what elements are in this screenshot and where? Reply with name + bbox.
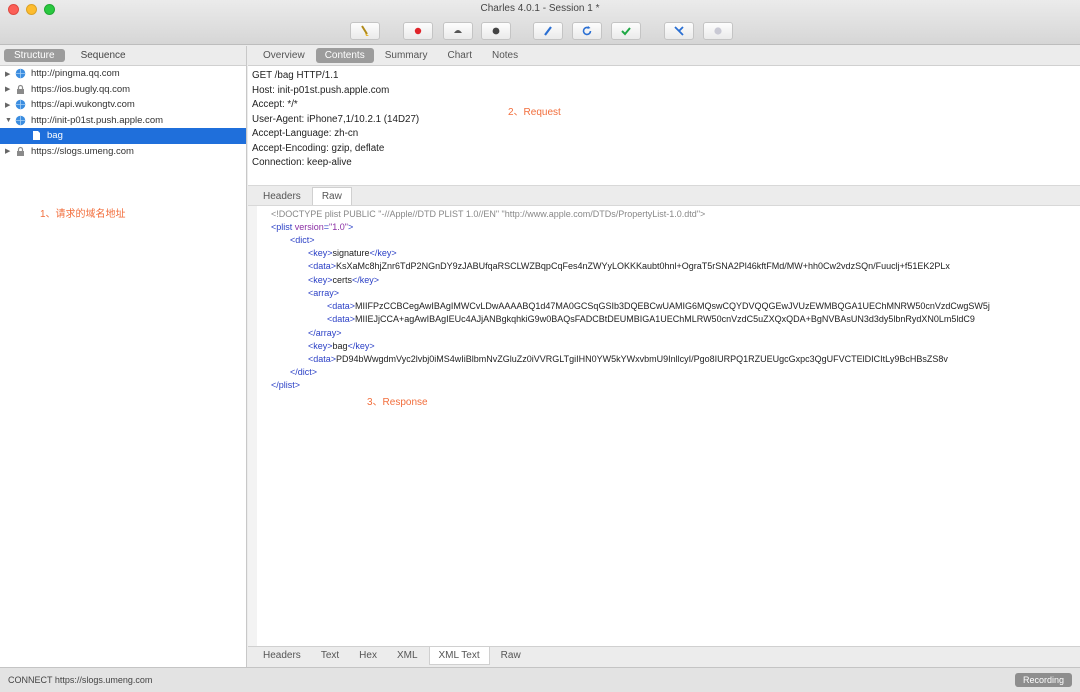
tree-item-label: http://init-p01st.push.apple.com xyxy=(31,114,164,126)
tree-item-bugly[interactable]: ▶ https://ios.bugly.qq.com xyxy=(0,82,246,98)
status-text: CONNECT https://slogs.umeng.com xyxy=(8,675,153,685)
disclosure-down-icon[interactable]: ▼ xyxy=(5,117,15,124)
tree-item-label: https://slogs.umeng.com xyxy=(31,145,134,157)
tab-overview[interactable]: Overview xyxy=(254,48,314,63)
tab-sequence[interactable]: Sequence xyxy=(71,49,136,62)
tree-item-bag[interactable]: bag xyxy=(0,128,246,144)
xml-dict-open: <dict> xyxy=(290,235,315,245)
request-header-accept: Accept: */* xyxy=(252,99,298,110)
toolbar xyxy=(0,22,1080,42)
tree-item-wukongtv[interactable]: ▶ https://api.wukongtv.com xyxy=(0,97,246,113)
tab-contents[interactable]: Contents xyxy=(315,48,374,63)
xml-data-cert-1: <data>MIIFPzCCBCegAwIBAgIMWCvLDwAAAABQ1d… xyxy=(327,301,990,311)
request-header-host: Host: init-p01st.push.apple.com xyxy=(252,84,390,96)
view-mode-tabs: Structure Sequence xyxy=(0,46,246,66)
tab-view-text[interactable]: Text xyxy=(312,647,348,664)
breakpoint-icon xyxy=(492,27,500,35)
tree-item-umeng[interactable]: ▶ https://slogs.umeng.com xyxy=(0,144,246,160)
fold-toggle[interactable] xyxy=(248,235,255,242)
xml-key-bag: <key>bag</key> xyxy=(308,341,375,351)
xml-plist-close: </plist> xyxy=(271,380,301,390)
tab-response-raw[interactable]: Raw xyxy=(311,187,352,205)
breakpoints-button[interactable] xyxy=(481,22,511,40)
tab-view-xml[interactable]: XML xyxy=(388,647,427,664)
tree-item-label: https://api.wukongtv.com xyxy=(31,99,135,111)
xml-array-open: <array> xyxy=(308,288,340,298)
fold-toggle[interactable] xyxy=(248,221,255,228)
disclosure-right-icon[interactable]: ▶ xyxy=(5,70,15,78)
detail-tabs: Overview Contents Summary Chart Notes xyxy=(248,46,1080,66)
tree-item-push-apple[interactable]: ▼ http://init-p01st.push.apple.com xyxy=(0,113,246,129)
disclosure-right-icon[interactable]: ▶ xyxy=(5,85,15,93)
request-header-accept-encoding: Accept-Encoding: gzip, deflate xyxy=(252,142,385,154)
record-button[interactable] xyxy=(403,22,433,40)
detail-panel: Overview Contents Summary Chart Notes GE… xyxy=(248,46,1080,667)
request-header-connection: Connection: keep-alive xyxy=(252,157,352,168)
disclosure-right-icon[interactable]: ▶ xyxy=(5,101,15,109)
globe-icon xyxy=(15,115,26,126)
tab-summary[interactable]: Summary xyxy=(376,48,437,63)
globe-icon xyxy=(15,99,26,110)
xml-data-signature: <data>KsXaMc8hjZnr6TdP2NGnDY9zJABUfqaRSC… xyxy=(308,261,950,271)
response-view-tabs: Headers Text Hex XML XML Text Raw xyxy=(248,646,1080,667)
tree-item-label: http://pingma.qq.com xyxy=(31,68,120,80)
structure-panel: Structure Sequence ▶ http://pingma.qq.co… xyxy=(0,46,247,667)
compose-button[interactable] xyxy=(533,22,563,40)
request-header-accept-language: Accept-Language: zh-cn xyxy=(252,128,359,139)
tab-structure[interactable]: Structure xyxy=(4,49,65,62)
response-xml-view[interactable]: <!DOCTYPE plist PUBLIC "-//Apple//DTD PL… xyxy=(248,206,1080,647)
check-icon xyxy=(621,27,631,36)
annotation-response: 3、Response xyxy=(367,397,428,408)
tab-view-hex[interactable]: Hex xyxy=(350,647,386,664)
tools-button[interactable] xyxy=(664,22,694,40)
throttle-button[interactable] xyxy=(443,22,473,40)
xml-dict-close: </dict> xyxy=(290,367,318,377)
xml-data-cert-2: <data>MIIEJjCCA+agAwIBAgIEUc4AJjANBgkqhk… xyxy=(327,314,975,324)
xml-array-close: </array> xyxy=(308,328,342,338)
xml-data-bag: <data>PD94bWwgdmVyc2lvbj0iMS4wIiBlbmNvZG… xyxy=(308,354,948,364)
record-icon xyxy=(414,27,422,35)
tools-icon xyxy=(674,26,684,36)
globe-icon xyxy=(15,68,26,79)
xml-key-certs: <key>certs</key> xyxy=(308,275,380,285)
tab-notes[interactable]: Notes xyxy=(483,48,527,63)
recording-indicator[interactable]: Recording xyxy=(1014,673,1072,687)
annotation-domain: 1、请求的域名地址 xyxy=(40,209,126,220)
lock-icon xyxy=(15,84,26,95)
tab-view-headers[interactable]: Headers xyxy=(254,647,310,664)
settings-icon xyxy=(714,27,722,35)
file-icon xyxy=(31,130,42,141)
tab-view-raw[interactable]: Raw xyxy=(492,647,530,664)
request-header-user-agent: User-Agent: iPhone7,1/10.2.1 (14D27) xyxy=(252,113,420,125)
xml-key-signature: <key>signature</key> xyxy=(308,248,397,258)
host-tree: ▶ http://pingma.qq.com ▶ https://ios.bug… xyxy=(0,66,246,159)
tree-item-label: https://ios.bugly.qq.com xyxy=(31,83,131,95)
validate-button[interactable] xyxy=(611,22,641,40)
tree-item-label: bag xyxy=(47,130,63,142)
request-raw-view[interactable]: GET /bag HTTP/1.1 Host: init-p01st.push.… xyxy=(248,66,1080,186)
xml-plist-open: <plist version="1.0"> xyxy=(271,222,354,232)
clear-session-button[interactable] xyxy=(350,22,380,40)
annotation-request: 2、Request xyxy=(508,107,561,118)
disclosure-right-icon[interactable]: ▶ xyxy=(5,147,15,155)
window-title: Charles 4.0.1 - Session 1 * xyxy=(480,3,600,14)
refresh-icon xyxy=(582,26,592,36)
tab-response-headers[interactable]: Headers xyxy=(254,188,310,205)
xml-doctype: <!DOCTYPE plist PUBLIC "-//Apple//DTD PL… xyxy=(271,209,706,219)
tree-item-pingma[interactable]: ▶ http://pingma.qq.com xyxy=(0,66,246,82)
title-bar: Charles 4.0.1 - Session 1 * xyxy=(0,0,1080,45)
settings-button[interactable] xyxy=(703,22,733,40)
response-tabs: Headers Raw xyxy=(248,186,1080,206)
status-bar: CONNECT https://slogs.umeng.com Recordin… xyxy=(0,667,1080,692)
lock-icon xyxy=(15,146,26,157)
request-line: GET /bag HTTP/1.1 xyxy=(252,70,339,81)
tab-view-xml-text[interactable]: XML Text xyxy=(428,647,490,665)
pen-icon xyxy=(544,26,552,36)
broom-icon xyxy=(361,25,369,36)
turtle-icon xyxy=(454,30,462,33)
fold-toggle[interactable] xyxy=(248,288,255,295)
tab-chart[interactable]: Chart xyxy=(439,48,481,63)
repeat-button[interactable] xyxy=(572,22,602,40)
